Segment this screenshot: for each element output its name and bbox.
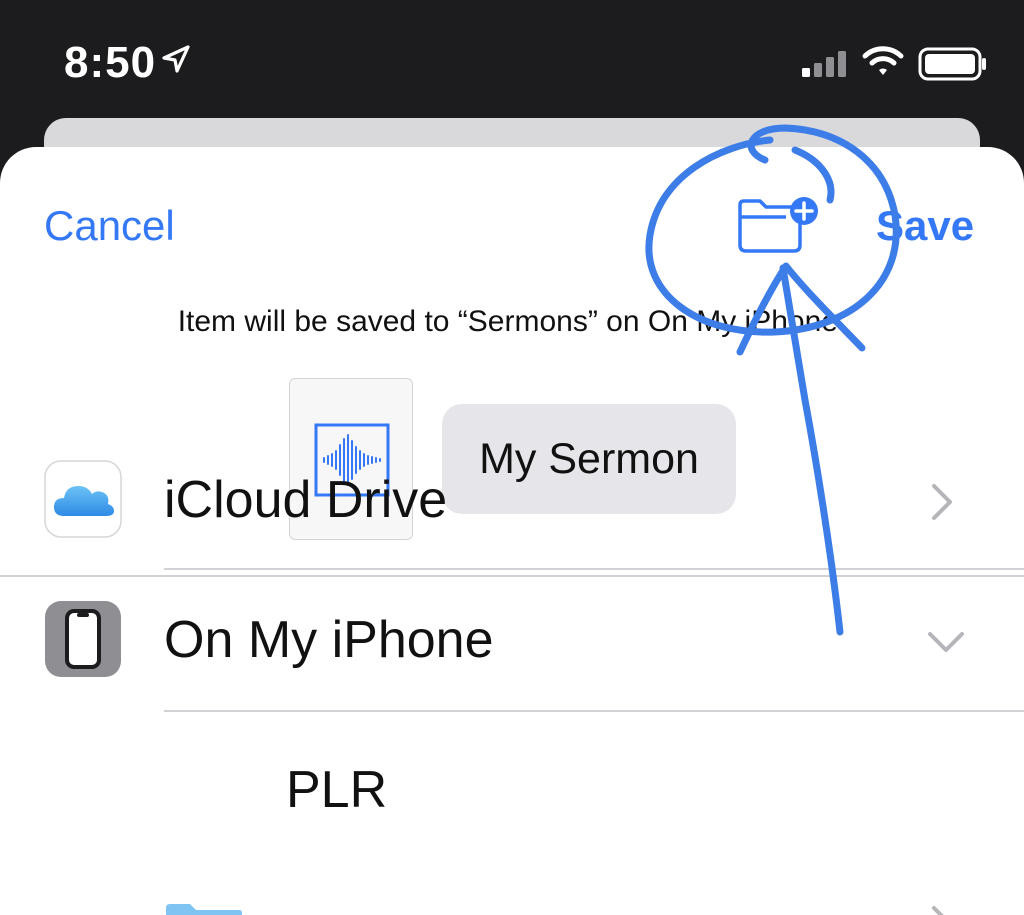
status-bar: 8:50 — [0, 0, 1024, 120]
cancel-button[interactable]: Cancel — [44, 202, 175, 250]
iphone-icon — [45, 601, 121, 677]
folder-plus-icon — [738, 197, 818, 253]
chevron-right-icon — [932, 484, 952, 520]
location-row-on-my-iphone[interactable]: On My iPhone — [0, 570, 1024, 712]
chevron-down-icon — [928, 632, 964, 652]
folder-icon — [166, 904, 242, 915]
battery-icon — [918, 47, 986, 81]
status-time: 8:50 — [64, 38, 157, 87]
location-label: PLR — [286, 761, 388, 819]
save-button[interactable]: Save — [876, 202, 974, 250]
location-label: iCloud Drive — [164, 471, 448, 529]
screen: 8:50 Cancel Save Item will be saved to “… — [0, 0, 1024, 915]
location-row-plr[interactable]: PLR — [0, 712, 1024, 915]
location-label: On My iPhone — [164, 611, 494, 669]
chevron-right-icon — [932, 906, 944, 915]
location-row-icloud-drive[interactable]: iCloud Drive — [0, 430, 1024, 570]
icloud-icon — [44, 460, 122, 538]
location-arrow-icon — [162, 45, 190, 73]
cellular-signal-icon — [802, 51, 846, 77]
new-folder-button[interactable] — [736, 195, 820, 257]
save-destination-info: Item will be saved to “Sermons” on On My… — [177, 305, 847, 338]
wifi-icon — [862, 46, 904, 75]
